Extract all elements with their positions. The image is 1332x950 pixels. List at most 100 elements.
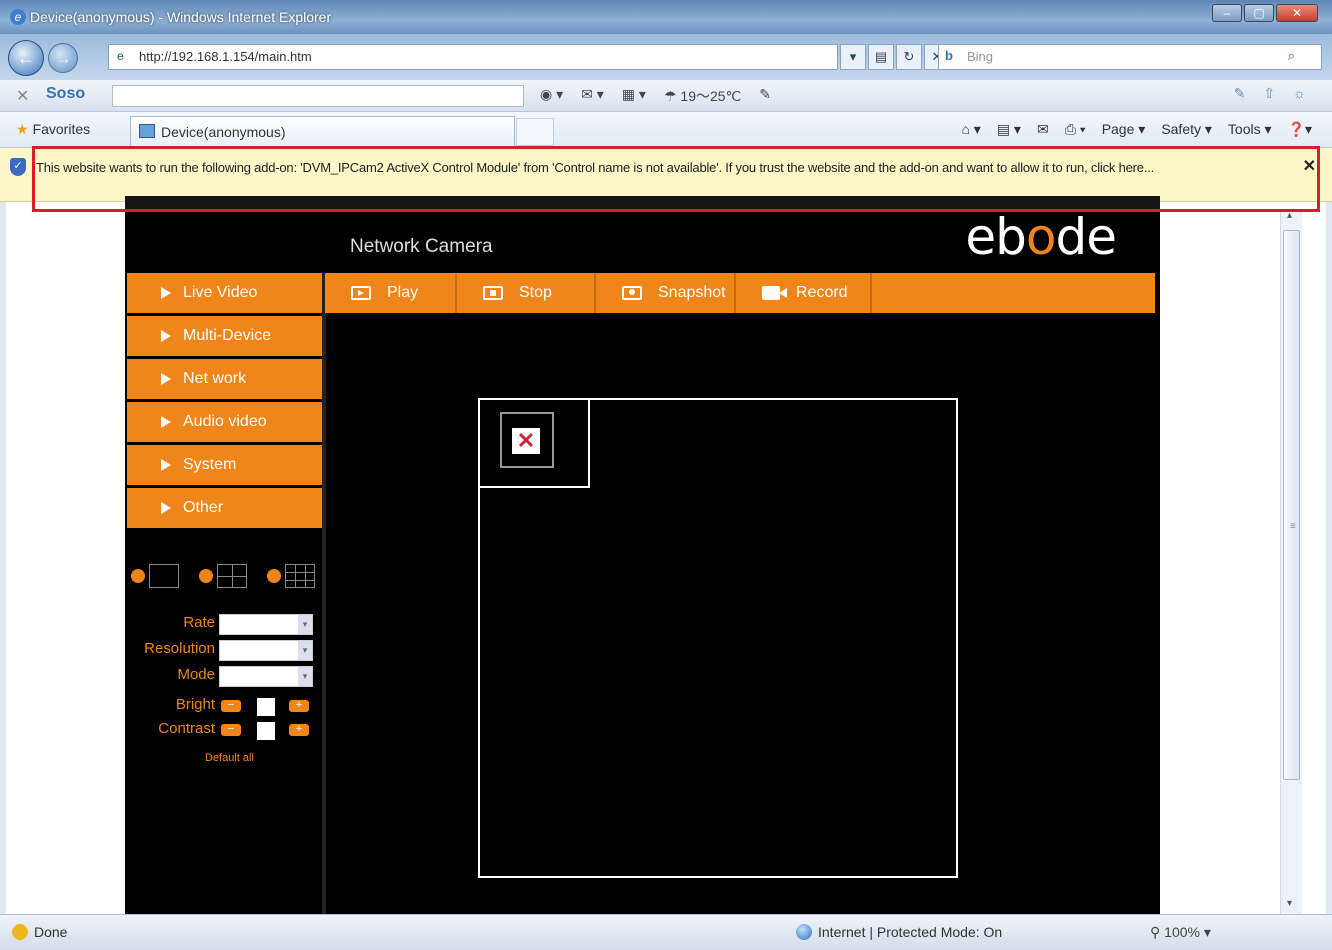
address-url: http://192.168.1.154/main.htm [139,49,312,64]
help-icon[interactable]: ❓▾ [1288,121,1312,138]
menu-item-live-video[interactable]: Live Video [127,273,322,313]
logo-part-1: eb [965,208,1026,266]
bright-value-box [257,698,275,716]
page-menu[interactable]: Page ▾ [1102,121,1146,138]
resolution-select[interactable]: ▾ [219,640,313,661]
bright-decrease-button[interactable]: − [221,700,241,712]
tools-menu[interactable]: Tools ▾ [1228,121,1272,138]
favorites-label: Favorites [32,121,91,137]
default-all-link[interactable]: Default all [205,752,254,764]
radio-dot [267,569,281,583]
search-box[interactable]: b Bing ⌕ [938,44,1322,70]
safety-menu[interactable]: Safety ▾ [1161,121,1212,138]
mode-select[interactable]: ▾ [219,666,313,687]
information-bar[interactable]: ✓ This website wants to run the followin… [0,148,1332,202]
feeds-icon[interactable]: ▤ ▾ [997,121,1021,138]
snapshot-button[interactable]: Snapshot [596,273,736,313]
bright-increase-button[interactable]: + [289,700,309,712]
soso-logo: Soso [46,85,86,102]
single-view-icon [149,564,179,588]
print-icon[interactable]: ⎙ ▾ [1065,121,1086,138]
window-title: Device(anonymous) - Windows Internet Exp… [30,9,332,25]
search-placeholder: Bing [967,49,994,64]
page-title: Network Camera [350,236,493,257]
contrast-decrease-button[interactable]: − [221,724,241,736]
broken-plugin: ✕ [500,412,554,468]
title-bar: e Device(anonymous) - Windows Internet E… [0,0,1332,34]
scrollbar-thumb[interactable]: ≡ [1283,230,1300,780]
zoom-control[interactable]: ⚲ 100% ▾ [1150,924,1211,941]
layout-nine[interactable] [267,564,315,588]
minimize-button[interactable]: – [1212,4,1242,22]
resolution-label: Resolution [144,640,215,657]
maximize-button[interactable]: ▢ [1244,4,1274,22]
back-button[interactable]: ← [8,40,44,76]
menu-item-other[interactable]: Other [127,488,322,528]
infobar-close-icon[interactable]: ✕ [1303,156,1316,176]
action-bar: Play Stop Snapshot Record [325,273,1155,313]
rate-select[interactable]: ▾ [219,614,313,635]
favorites-row: ★ Favorites Device(anonymous) ⌂ ▾ ▤ ▾ ✉ ⎙… [0,112,1332,148]
toolbar-search-input[interactable] [112,85,524,107]
stop-icon [483,286,503,300]
weather-text: 19～25℃ [680,88,742,104]
triangle-icon [161,287,171,299]
menu-label: Audio video [183,413,267,430]
calendar-icon[interactable]: ▦ ▾ [622,86,646,106]
home-icon[interactable]: ⌂ ▾ [961,121,980,138]
close-window-button[interactable]: ✕ [1276,4,1318,22]
command-bar: ⌂ ▾ ▤ ▾ ✉ ⎙ ▾ Page ▾ Safety ▾ Tools ▾ ❓▾ [961,121,1312,138]
broken-image-icon: ✕ [512,428,540,454]
zoom-icon: ⚲ [1150,924,1165,940]
menu-item-multi-device[interactable]: Multi-Device [127,316,322,356]
stop-button[interactable]: Stop [457,273,596,313]
settings-icon[interactable]: ☼ [1293,85,1306,102]
play-icon [351,286,371,300]
logo-part-3: de [1055,208,1117,266]
weather-icon: ☂ [663,88,681,104]
menu-item-system[interactable]: System [127,445,322,485]
weather-readout[interactable]: ☂ 19～25℃ [664,86,741,106]
contrast-increase-button[interactable]: + [289,724,309,736]
menu-label: Net work [183,370,247,387]
quad-view-icon [217,564,247,588]
layout-single[interactable] [131,564,179,588]
menu-item-audio-video[interactable]: Audio video [127,402,322,442]
clip-icon[interactable]: ✎ [1234,85,1246,102]
close-toolbar-icon[interactable]: ✕ [16,86,29,106]
refresh-icon[interactable]: ↻ [896,44,922,70]
activex-placeholder: ✕ [480,400,590,488]
chevron-down-icon: ▾ [298,615,312,634]
pen-icon[interactable]: ✎ [759,86,771,106]
up-icon[interactable]: ⇧ [1263,85,1275,102]
menu-item-network[interactable]: Net work [127,359,322,399]
read-mail-icon[interactable]: ✉ [1037,121,1049,138]
security-zone[interactable]: Internet | Protected Mode: On [796,924,1002,940]
compatibility-icon[interactable]: ▤ [868,44,894,70]
tab-device[interactable]: Device(anonymous) [130,116,515,146]
window-controls: – ▢ ✕ [1212,4,1318,22]
address-bar[interactable]: e http://192.168.1.154/main.htm [108,44,838,70]
play-button[interactable]: Play [325,273,457,313]
forward-button[interactable]: → [48,43,78,73]
scroll-down-icon[interactable]: ▾ [1287,898,1292,909]
chevron-down-icon: ▾ [298,641,312,660]
scroll-up-icon[interactable]: ▴ [1287,210,1292,221]
layout-quad[interactable] [199,564,247,588]
menu-label: System [183,456,237,473]
snapshot-label: Snapshot [658,284,726,301]
vertical-scrollbar[interactable]: ▴ ≡ ▾ [1280,210,1302,914]
address-row: ← → e http://192.168.1.154/main.htm ▾ ▤ … [0,34,1332,80]
infobar-message[interactable]: This website wants to run the following … [36,158,1296,178]
new-tab-button[interactable] [516,118,554,146]
video-viewport[interactable]: ✕ [478,398,958,878]
search-icon[interactable]: ⌕ [1288,48,1295,64]
record-button[interactable]: Record [736,273,872,313]
favorites-button[interactable]: ★ Favorites [16,121,90,138]
zone-text: Internet | Protected Mode: On [818,924,1003,940]
globe-icon[interactable]: ◉ ▾ [540,86,563,106]
grip-icon: ≡ [1290,521,1296,532]
dropdown-icon[interactable]: ▾ [840,44,866,70]
mail-icon[interactable]: ✉ ▾ [581,86,604,106]
radio-dot [199,569,213,583]
